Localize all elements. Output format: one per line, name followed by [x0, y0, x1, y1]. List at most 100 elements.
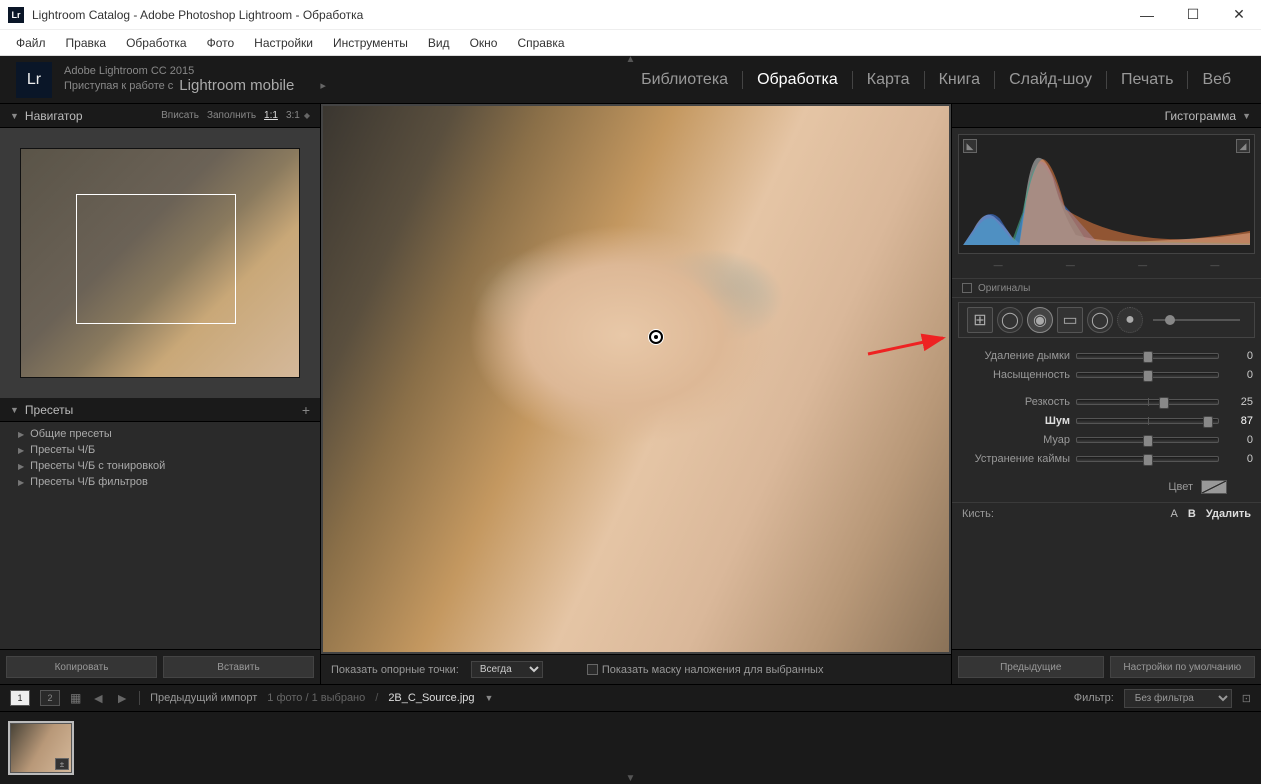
defaults-button[interactable]: Настройки по умолчанию	[1110, 656, 1256, 678]
color-swatch[interactable]	[1201, 480, 1227, 494]
gradient-tool-icon[interactable]: ▭	[1057, 307, 1083, 333]
module-Слайд-шоу[interactable]: Слайд-шоу	[995, 71, 1107, 89]
menu-инструменты[interactable]: Инструменты	[325, 33, 416, 53]
menu-обработка[interactable]: Обработка	[118, 33, 195, 53]
brush-delete[interactable]: Удалить	[1206, 508, 1251, 520]
collapse-bottom-icon[interactable]: ▼	[626, 773, 636, 784]
menu-справка[interactable]: Справка	[509, 33, 572, 53]
slider-value: 0	[1225, 350, 1253, 362]
dropdown-icon[interactable]: ▼	[485, 693, 494, 703]
brush-tool-icon[interactable]: ●	[1117, 307, 1143, 333]
zoom-fit[interactable]: Вписать	[161, 110, 199, 121]
paste-button[interactable]: Вставить	[163, 656, 314, 678]
navigator-crop-rect[interactable]	[76, 194, 236, 324]
zoom-1to1[interactable]: 1:1	[264, 110, 278, 121]
filename-label[interactable]: 2B_C_Source.jpg	[388, 692, 474, 704]
menu-настройки[interactable]: Настройки	[246, 33, 321, 53]
show-points-select[interactable]: Всегда	[471, 661, 543, 678]
preset-item[interactable]: ▶Пресеты Ч/Б с тонировкой	[0, 458, 320, 474]
slider-Резкость: Резкость25	[960, 392, 1253, 411]
canvas-area: Показать опорные точки: Всегда Показать …	[321, 104, 951, 684]
view-2-button[interactable]: 2	[40, 690, 60, 706]
slider-label: Удаление дымки	[960, 350, 1070, 362]
prev-import-label[interactable]: Предыдущий импорт	[150, 692, 257, 704]
prev-arrow-icon[interactable]: ◄	[91, 690, 105, 706]
lock-icon[interactable]: ⊡	[1242, 692, 1251, 705]
preset-item[interactable]: ▶Пресеты Ч/Б фильтров	[0, 474, 320, 490]
canvas-toolbar: Показать опорные точки: Всегда Показать …	[321, 654, 951, 684]
zoom-fill[interactable]: Заполнить	[207, 110, 256, 121]
brand-line1: Adobe Lightroom CC 2015	[64, 65, 326, 77]
spot-tool-icon[interactable]: ◯	[997, 307, 1023, 333]
originals-label: Оригиналы	[978, 283, 1030, 294]
tool-size-slider[interactable]	[1153, 319, 1240, 321]
photo-canvas[interactable]	[321, 104, 951, 654]
crop-tool-icon[interactable]: ⊞	[967, 307, 993, 333]
slider-track[interactable]	[1076, 353, 1219, 359]
collapse-top-icon[interactable]: ▲	[626, 54, 636, 65]
brand-line2b[interactable]: Lightroom mobile	[179, 77, 294, 94]
slider-track[interactable]	[1076, 418, 1219, 424]
presets-list: ▶Общие пресеты▶Пресеты Ч/Б▶Пресеты Ч/Б с…	[0, 422, 320, 649]
slider-Муар: Муар0	[960, 430, 1253, 449]
add-preset-icon[interactable]: +	[302, 402, 310, 418]
filmstrip-header: 1 2 ▦ ◄ ► Предыдущий импорт 1 фото / 1 в…	[0, 684, 1261, 712]
film-thumbnail[interactable]: ±	[10, 723, 72, 773]
adjustment-pin-icon[interactable]	[649, 330, 663, 344]
brush-b[interactable]: B	[1188, 508, 1196, 520]
grid-icon[interactable]: ▦	[70, 691, 81, 705]
chevron-right-icon[interactable]: ▸	[320, 79, 326, 92]
view-1-button[interactable]: 1	[10, 690, 30, 706]
menubar: ФайлПравкаОбработкаФотоНастройкиИнструме…	[0, 30, 1261, 56]
navigator-title: Навигатор	[25, 109, 83, 123]
brush-a[interactable]: A	[1171, 508, 1178, 520]
slider-track[interactable]	[1076, 372, 1219, 378]
show-mask-label: Показать маску наложения для выбранных	[602, 664, 824, 676]
highlight-clip-icon[interactable]: ◢	[1236, 139, 1250, 153]
next-arrow-icon[interactable]: ►	[115, 690, 129, 706]
menu-правка[interactable]: Правка	[58, 33, 115, 53]
right-bottom-bar: Предыдущие Настройки по умолчанию	[952, 649, 1261, 684]
presets-header[interactable]: ▼ Пресеты +	[0, 398, 320, 422]
maximize-button[interactable]: ☐	[1179, 5, 1207, 25]
module-Библиотека[interactable]: Библиотека	[627, 71, 743, 89]
module-Веб[interactable]: Веб	[1188, 71, 1245, 89]
chevron-icon[interactable]: ◆	[304, 111, 310, 120]
module-Книга[interactable]: Книга	[925, 71, 995, 89]
menu-фото[interactable]: Фото	[199, 33, 243, 53]
minimize-button[interactable]: —	[1133, 5, 1161, 25]
slider-track[interactable]	[1076, 399, 1219, 405]
slider-value: 0	[1225, 369, 1253, 381]
radial-tool-icon[interactable]: ◯	[1087, 307, 1113, 333]
navigator-header[interactable]: ▼ Навигатор Вписать Заполнить 1:1 3:1 ◆	[0, 104, 320, 128]
redeye-tool-icon[interactable]: ◉	[1027, 307, 1053, 333]
slider-Насыщенность: Насыщенность0	[960, 365, 1253, 384]
shadow-clip-icon[interactable]: ◣	[963, 139, 977, 153]
histogram[interactable]: ◣ ◢	[958, 134, 1255, 254]
app-icon: Lr	[8, 7, 24, 23]
module-Печать[interactable]: Печать	[1107, 71, 1188, 89]
close-button[interactable]: ✕	[1225, 5, 1253, 25]
slider-track[interactable]	[1076, 456, 1219, 462]
titlebar: Lr Lightroom Catalog - Adobe Photoshop L…	[0, 0, 1261, 30]
slider-track[interactable]	[1076, 437, 1219, 443]
previous-button[interactable]: Предыдущие	[958, 656, 1104, 678]
originals-row[interactable]: Оригиналы	[952, 278, 1261, 298]
menu-файл[interactable]: Файл	[8, 33, 54, 53]
preset-item[interactable]: ▶Пресеты Ч/Б	[0, 442, 320, 458]
brush-label: Кисть:	[962, 508, 994, 520]
slider-Шум: Шум87	[960, 411, 1253, 430]
navigator-thumbnail[interactable]	[0, 128, 320, 398]
module-Карта[interactable]: Карта	[853, 71, 925, 89]
zoom-3to1[interactable]: 3:1	[286, 110, 300, 121]
module-Обработка[interactable]: Обработка	[743, 71, 853, 89]
show-mask-checkbox[interactable]: Показать маску наложения для выбранных	[587, 664, 824, 676]
preset-item[interactable]: ▶Общие пресеты	[0, 426, 320, 442]
menu-окно[interactable]: Окно	[462, 33, 506, 53]
copy-button[interactable]: Копировать	[6, 656, 157, 678]
histogram-header[interactable]: Гистограмма ▼	[952, 104, 1261, 128]
slider-label: Шум	[960, 415, 1070, 427]
filmstrip: ± ▼	[0, 712, 1261, 784]
filter-select[interactable]: Без фильтра	[1124, 689, 1232, 708]
menu-вид[interactable]: Вид	[420, 33, 458, 53]
